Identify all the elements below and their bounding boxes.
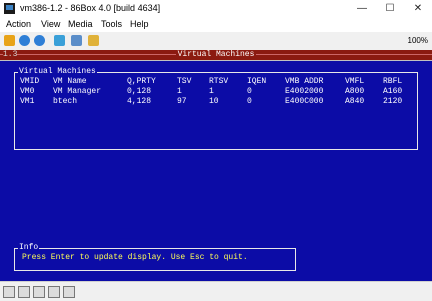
vm-name: btech <box>53 97 78 106</box>
menu-help[interactable]: Help <box>130 19 149 29</box>
floppy-icon[interactable] <box>3 286 15 298</box>
screenshot-icon[interactable] <box>71 35 82 46</box>
hdd-icon[interactable] <box>33 286 45 298</box>
menu-media[interactable]: Media <box>68 19 93 29</box>
vm-iqen: 0 <box>247 87 252 96</box>
vm-panel-title: Virtual Machines <box>18 67 97 77</box>
reset-icon[interactable] <box>19 35 30 46</box>
vm-name: VM Manager <box>53 87 102 96</box>
menu-action[interactable]: Action <box>6 19 31 29</box>
window-title: vm386-1.2 - 86Box 4.0 [build 4634] <box>20 3 161 13</box>
vm-id: VM1 <box>20 97 35 106</box>
hard-reset-icon[interactable] <box>88 35 99 46</box>
app-icon <box>4 3 15 14</box>
title-bar: vm386-1.2 - 86Box 4.0 [build 4634] — ☐ ✕ <box>0 0 432 18</box>
vm-tsv: 1 <box>177 87 182 96</box>
menu-view[interactable]: View <box>41 19 60 29</box>
menu-tools[interactable]: Tools <box>101 19 122 29</box>
menu-bar: Action View Media Tools Help <box>0 17 432 32</box>
vm-iqen: 0 <box>247 97 252 106</box>
screen-header-bar: 1.3 Virtual Machines <box>0 50 432 61</box>
col-iqen: IQEN <box>247 77 267 86</box>
pause-icon[interactable] <box>4 35 15 46</box>
col-vmfl: VMFL <box>345 77 365 86</box>
vm-vmfl: A840 <box>345 97 365 106</box>
vm-q-prty: 4,128 <box>127 97 152 106</box>
keyboard-icon[interactable] <box>63 286 75 298</box>
toolbar: 100% <box>0 32 432 50</box>
zoom-level: 100% <box>407 36 428 45</box>
info-text: Press Enter to update display. Use Esc t… <box>22 253 248 262</box>
maximize-button[interactable]: ☐ <box>376 0 404 17</box>
settings-icon[interactable] <box>54 35 65 46</box>
power-icon[interactable] <box>34 35 45 46</box>
vm-vmb-addr: E4002000 <box>285 87 324 96</box>
emulated-screen[interactable]: 1.3 Virtual Machines Virtual Machines VM… <box>0 50 432 281</box>
vm-rtsv: 10 <box>209 97 219 106</box>
info-panel-title: Info <box>18 243 40 253</box>
col-rbfl: RBFL <box>383 77 403 86</box>
col-vmb-addr: VMB ADDR <box>285 77 324 86</box>
vm-rbfl: A160 <box>383 87 403 96</box>
table-header: VMID VM Name Q,PRTY TSV RTSV IQEN VMB AD… <box>15 77 415 86</box>
header-title: Virtual Machines <box>175 50 257 59</box>
table-row: VM1 btech 4,128 97 10 0 E400C000 A840 21… <box>15 97 415 106</box>
vm-vmfl: A800 <box>345 87 365 96</box>
col-q-prty: Q,PRTY <box>127 77 156 86</box>
vm-rbfl: 2120 <box>383 97 403 106</box>
vm-tsv: 97 <box>177 97 187 106</box>
vm-vmb-addr: E400C000 <box>285 97 324 106</box>
col-rtsv: RTSV <box>209 77 229 86</box>
vm-panel: Virtual Machines VMID VM Name Q,PRTY TSV… <box>14 67 418 150</box>
col-vm-name: VM Name <box>53 77 87 86</box>
status-bar <box>0 281 432 301</box>
vm-q-prty: 0,128 <box>127 87 152 96</box>
col-vmid: VMID <box>20 77 40 86</box>
vm-id: VM0 <box>20 87 35 96</box>
minimize-button[interactable]: — <box>348 0 376 17</box>
table-row: VM0 VM Manager 0,128 1 1 0 E4002000 A800… <box>15 87 415 96</box>
vm-rtsv: 1 <box>209 87 214 96</box>
info-panel: Info Press Enter to update display. Use … <box>14 243 296 271</box>
close-button[interactable]: ✕ <box>404 0 432 17</box>
col-tsv: TSV <box>177 77 192 86</box>
cdrom-icon[interactable] <box>18 286 30 298</box>
network-icon[interactable] <box>48 286 60 298</box>
